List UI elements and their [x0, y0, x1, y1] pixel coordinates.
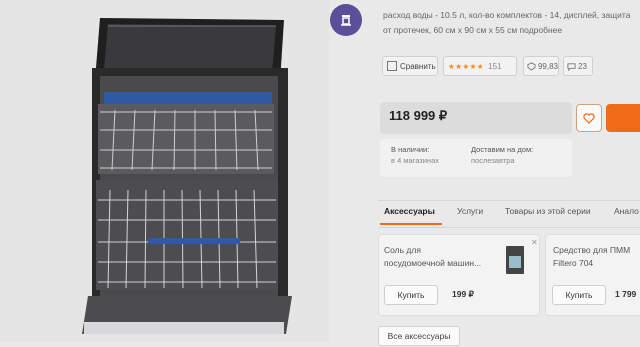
reviews-score[interactable]: 99,83: [523, 56, 559, 76]
reviews-score-value: 99,83: [537, 61, 558, 71]
delivery-label: Доставим на дом:: [471, 145, 534, 154]
delivery-value: послезавтра: [471, 156, 515, 165]
close-icon[interactable]: ✕: [531, 238, 538, 247]
star-rating-icon: ★★★★★: [448, 61, 485, 71]
compare-label: Сравнить: [400, 61, 436, 71]
accessory-name[interactable]: Соль для посудомоечной машин...: [384, 244, 481, 270]
stock-info[interactable]: В наличии: в 4 магазинах: [391, 144, 439, 166]
stock-label: В наличии:: [391, 145, 430, 154]
accessory-price: 199 ₽: [452, 289, 474, 299]
active-tab-indicator: [380, 223, 442, 225]
accessory-buy-button[interactable]: Купить: [552, 285, 606, 305]
accessory-name-line2: Filtero 704: [553, 258, 594, 268]
product-image[interactable]: [0, 0, 330, 342]
rating-widget[interactable]: ★★★★★ 151: [443, 56, 517, 76]
delivery-info[interactable]: Доставим на дом: послезавтра: [471, 144, 533, 166]
rating-count: 151: [488, 61, 502, 71]
product-price: 118 999 ₽: [389, 108, 448, 123]
accessory-price: 1 799: [615, 289, 637, 299]
heart-icon: [583, 112, 595, 124]
accessory-name-line1: Соль для: [384, 245, 421, 255]
tab-accessories[interactable]: Аксессуары: [384, 206, 435, 220]
accessory-name[interactable]: Средство для ПММ Filtero 704: [553, 244, 630, 270]
stock-value: в 4 магазинах: [391, 156, 439, 165]
water-consumption-icon: [330, 4, 362, 36]
comment-icon: [567, 62, 576, 71]
comments-count-value: 23: [578, 61, 587, 71]
accessory-name-line1: Средство для ПММ: [553, 245, 631, 255]
shield-icon: [527, 61, 536, 71]
accessory-buy-button[interactable]: Купить: [384, 285, 438, 305]
buy-button[interactable]: [606, 104, 640, 132]
accessory-name-line2: посудомоечной машин...: [384, 258, 482, 268]
tab-analogs[interactable]: Анало: [614, 206, 639, 220]
accessory-thumbnail[interactable]: [506, 246, 524, 274]
compare-checkbox-icon: [387, 61, 397, 71]
tab-services[interactable]: Услуги: [457, 206, 483, 220]
all-accessories-button[interactable]: Все аксессуары: [378, 326, 460, 346]
tab-series-products[interactable]: Товары из этой серии: [505, 206, 591, 220]
dishwasher-photo: [82, 18, 292, 334]
comments-count[interactable]: 23: [563, 56, 593, 76]
product-short-description: расход воды - 10.5 л, кол-во комплектов …: [383, 10, 631, 35]
compare-button[interactable]: Сравнить: [382, 56, 438, 76]
favorite-button[interactable]: [576, 104, 602, 132]
